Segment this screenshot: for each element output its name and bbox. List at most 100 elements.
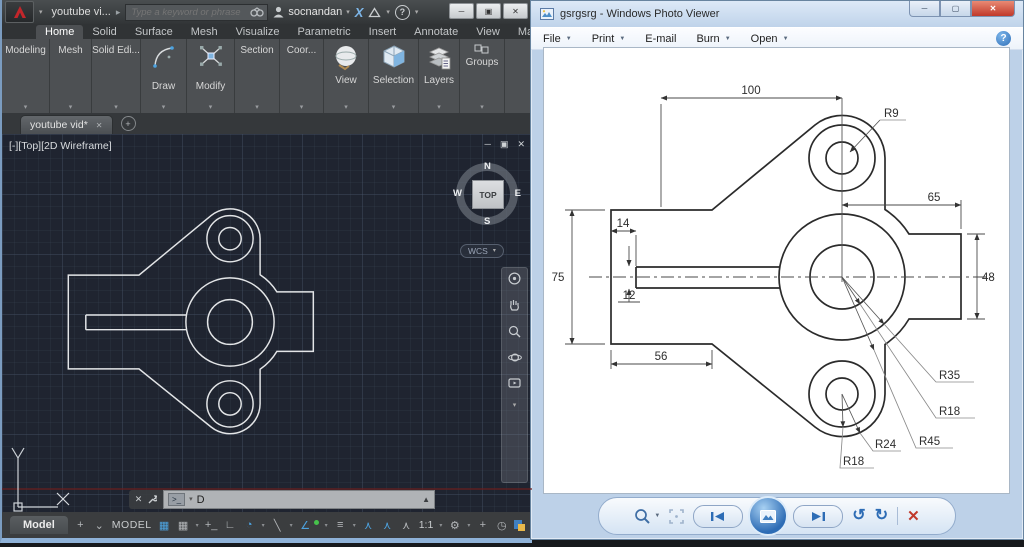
help-caret-icon[interactable]: ▾ [415, 9, 419, 16]
panel-caret-icon[interactable]: ▾ [460, 103, 504, 111]
app-menu-caret-icon[interactable]: ▾ [39, 9, 43, 16]
osnap-caret-icon[interactable]: ▾ [325, 522, 328, 529]
model-space-label[interactable]: MODEL [112, 519, 152, 531]
isodraft-toggle[interactable]: ╲ [271, 519, 284, 532]
tray-icon[interactable] [514, 519, 525, 531]
new-layout-button[interactable]: + [74, 519, 87, 531]
dynamic-input-toggle[interactable]: +_ [205, 519, 218, 531]
panel-mesh[interactable]: Mesh ▾ [50, 39, 91, 113]
grid-toggle[interactable]: ▦ [158, 519, 171, 532]
command-expand-icon[interactable]: ▲ [422, 495, 430, 504]
rotate-cw-button[interactable]: ↻ [875, 508, 888, 524]
zoom-button[interactable]: ▼ [634, 508, 660, 525]
command-line[interactable]: ✕ >_ ▾ D ▲ [129, 490, 435, 509]
panel-caret-icon[interactable]: ▾ [141, 103, 186, 111]
viewcube-top-face[interactable]: TOP [472, 180, 504, 209]
delete-button[interactable]: ✕ [907, 507, 920, 525]
snap-caret-icon[interactable]: ▾ [196, 522, 199, 529]
polar-caret-icon[interactable]: ▾ [262, 522, 265, 529]
panel-draw[interactable]: Draw ▾ [141, 39, 186, 113]
search-input[interactable] [129, 6, 250, 19]
quick-access-expand-icon[interactable]: ▸ [116, 7, 121, 18]
menu-email[interactable]: E-mail [645, 33, 676, 45]
next-button[interactable] [793, 505, 843, 528]
viewer-close-button[interactable]: ✕ [971, 1, 1015, 17]
gear-caret-icon[interactable]: ▾ [467, 522, 470, 529]
viewcube[interactable]: TOP N S W E [454, 161, 520, 227]
navbar-caret-icon[interactable]: ▾ [513, 402, 517, 409]
autocad-app-button[interactable] [5, 1, 34, 23]
rotate-ccw-button[interactable]: ↺ [852, 508, 865, 524]
tab-home[interactable]: Home [36, 25, 83, 39]
wrench-icon[interactable] [147, 495, 157, 505]
isolate-objects-button[interactable]: + [476, 519, 489, 531]
tab-mesh[interactable]: Mesh [182, 25, 227, 39]
compass-west[interactable]: W [453, 188, 462, 199]
ortho-toggle[interactable]: ∟ [224, 519, 237, 531]
tab-parametric[interactable]: Parametric [288, 25, 359, 39]
scale-caret-icon[interactable]: ▾ [439, 522, 442, 529]
panel-modeling[interactable]: Modeling ▾ [2, 39, 49, 113]
drawing-viewport[interactable]: [-][Top][2D Wireframe] ─ ▣ ✕ TOP [2, 134, 532, 512]
snap-toggle[interactable]: ▦ [177, 519, 190, 532]
orbit-icon[interactable] [508, 351, 522, 364]
restore-button[interactable]: ▣ [476, 3, 501, 19]
viewer-titlebar[interactable]: gsrgsrg - Windows Photo Viewer ─ ▢ ✕ [531, 1, 1023, 27]
play-slideshow-button[interactable] [748, 496, 788, 536]
panel-caret-icon[interactable]: ▾ [2, 103, 49, 111]
compass-south[interactable]: S [484, 216, 490, 227]
file-tab[interactable]: youtube vid* ✕ [20, 115, 113, 134]
panel-caret-icon[interactable]: ▾ [369, 103, 418, 111]
isodraft-caret-icon[interactable]: ▾ [290, 522, 293, 529]
panel-layers[interactable]: Layers ▾ [419, 39, 459, 113]
menu-open[interactable]: Open ▼ [751, 33, 789, 45]
command-input[interactable]: >_ ▾ D ▲ [163, 490, 435, 509]
tab-insert[interactable]: Insert [360, 25, 406, 39]
customization-gear-icon[interactable]: ⚙ [448, 519, 461, 532]
tab-visualize[interactable]: Visualize [227, 25, 289, 39]
panel-caret-icon[interactable]: ▾ [280, 103, 323, 111]
panel-caret-icon[interactable]: ▾ [235, 103, 279, 111]
recent-commands-caret-icon[interactable]: ▾ [189, 496, 193, 503]
menu-burn[interactable]: Burn ▼ [696, 33, 730, 45]
viewer-maximize-button[interactable]: ▢ [940, 1, 971, 17]
autodesk360-icon[interactable]: X [355, 5, 364, 20]
tab-view[interactable]: View [467, 25, 509, 39]
fit-to-window-button[interactable] [669, 509, 684, 524]
a360-triangle-icon[interactable] [368, 7, 381, 18]
user-caret-icon[interactable]: ▾ [346, 9, 350, 16]
navigation-bar[interactable]: ▾ [501, 267, 528, 483]
vp-minimize-icon[interactable]: ─ [485, 139, 491, 150]
polar-tracking-toggle[interactable]: ◔ [243, 519, 256, 531]
panel-view[interactable]: View ▾ [324, 39, 368, 113]
annotation-visibility-toggle[interactable]: ⋏ [362, 519, 375, 532]
panel-groups[interactable]: Groups ▾ [460, 39, 504, 113]
help-button[interactable]: ? [395, 5, 410, 20]
panel-caret-icon[interactable]: ▾ [50, 103, 91, 111]
wcs-dropdown[interactable]: WCS ▾ [460, 244, 504, 258]
tab-solid[interactable]: Solid [83, 25, 125, 39]
viewer-help-button[interactable]: ? [996, 31, 1011, 46]
annotation-autoscale-toggle[interactable]: ⋏ [381, 519, 394, 532]
vp-close-icon[interactable]: ✕ [517, 139, 525, 150]
clock-icon[interactable]: ◷ [495, 519, 508, 532]
panel-caret-icon[interactable]: ▾ [419, 103, 459, 111]
panel-solid-editing[interactable]: Solid Edi... ▾ [92, 39, 140, 113]
vp-restore-icon[interactable]: ▣ [500, 139, 509, 150]
panel-caret-icon[interactable]: ▾ [324, 103, 368, 111]
a360-caret-icon[interactable]: ▾ [386, 9, 390, 16]
close-button[interactable]: ✕ [503, 3, 528, 19]
tab-surface[interactable]: Surface [126, 25, 182, 39]
tab-annotate[interactable]: Annotate [405, 25, 467, 39]
panel-selection[interactable]: Selection ▾ [369, 39, 418, 113]
annotation-scale-value[interactable]: 1:1 [419, 519, 434, 531]
command-close-icon[interactable]: ✕ [135, 494, 143, 505]
viewer-minimize-button[interactable]: ─ [909, 1, 940, 17]
previous-button[interactable] [693, 505, 743, 528]
osnap-toggle[interactable]: ∠ [299, 519, 312, 532]
file-tab-close-icon[interactable]: ✕ [96, 121, 103, 130]
panel-coordinates[interactable]: Coor... ▾ [280, 39, 323, 113]
compass-north[interactable]: N [484, 161, 491, 172]
layout-chevron-icon[interactable]: ⌄ [93, 519, 106, 532]
help-search-box[interactable] [125, 4, 268, 21]
